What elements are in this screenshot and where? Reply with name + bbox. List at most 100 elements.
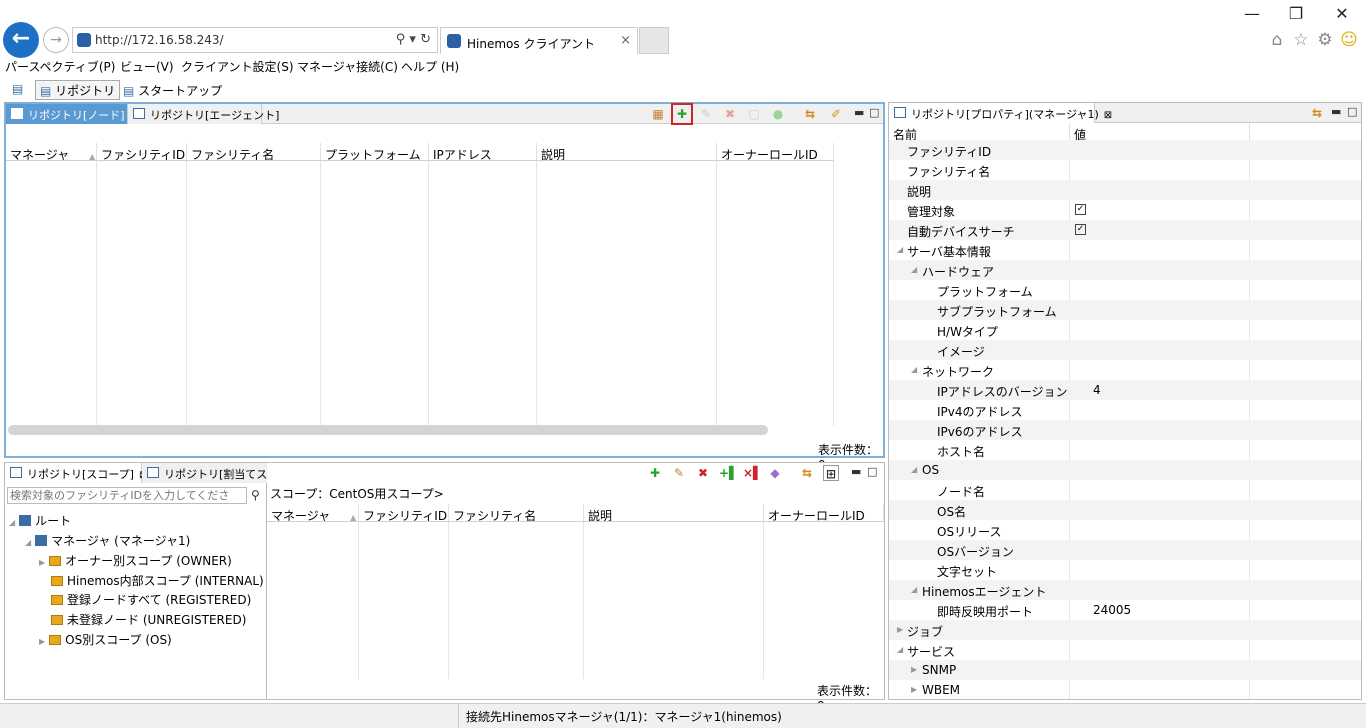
refresh-icon[interactable]: ⇆ (1309, 105, 1325, 121)
tab-close-icon[interactable]: × (620, 33, 631, 48)
maximize-view-icon[interactable]: □ (869, 106, 879, 119)
horizontal-scrollbar[interactable] (8, 425, 768, 435)
tree-node-root[interactable]: ◢ ルート (9, 512, 71, 529)
prop-row-ipv6-address[interactable]: IPv6のアドレス (889, 420, 1361, 440)
column-ip-address[interactable]: IPアドレス (429, 143, 537, 161)
menu-client-settings[interactable]: クライアント設定(S) (181, 58, 294, 75)
prop-row-os-release[interactable]: OSリリース (889, 520, 1361, 540)
release-node-icon[interactable]: ×▌ (743, 465, 762, 481)
prop-group-job[interactable]: ▶ ジョブ (889, 620, 1361, 640)
maximize-view-icon[interactable]: □ (1347, 105, 1357, 118)
prop-row-os-name[interactable]: OS名 (889, 500, 1361, 520)
refresh-icon[interactable]: ⇆ (802, 106, 818, 122)
copy-icon[interactable]: ▢ (746, 106, 762, 122)
tree-toggle-icon[interactable]: ⊞ (823, 465, 839, 481)
column-name[interactable]: 名前 (889, 123, 1070, 141)
tab-repository-assigned-scope[interactable]: リポジトリ[割当てスコープ] (142, 463, 304, 483)
smiley-feedback-icon[interactable]: ☺ (1338, 30, 1360, 50)
prop-row-platform[interactable]: プラットフォーム (889, 280, 1361, 300)
prop-row-hostname[interactable]: ホスト名 (889, 440, 1361, 460)
scope-property-icon[interactable]: ◆ (767, 465, 783, 481)
collapse-icon[interactable]: ▶ (39, 558, 45, 567)
minimize-window-icon[interactable]: — (1238, 4, 1266, 23)
column-owner-role-id[interactable]: オーナーロールID (717, 143, 834, 161)
delete-icon[interactable]: ✖ (722, 106, 738, 122)
edit-icon[interactable]: ✎ (671, 465, 687, 481)
tree-node-unregistered[interactable]: 未登録ノード (UNREGISTERED) (51, 611, 246, 628)
prop-row-image[interactable]: イメージ (889, 340, 1361, 360)
column-facility-id[interactable]: ファシリティID (97, 143, 187, 161)
column-manager[interactable]: マネージャ ▲ (6, 143, 97, 161)
perspective-startup[interactable]: ▤ スタートアップ (118, 80, 227, 100)
favorites-star-icon[interactable]: ☆ (1290, 30, 1312, 50)
prop-row-ipv4-address[interactable]: IPv4のアドレス (889, 400, 1361, 420)
prop-group-network[interactable]: ◢ ネットワーク (889, 360, 1361, 380)
column-facility-id[interactable]: ファシリティID (359, 504, 449, 522)
menu-view[interactable]: ビュー(V) (120, 58, 174, 75)
prop-group-hinemos-agent[interactable]: ◢ Hinemosエージェント (889, 580, 1361, 600)
column-owner-role-id[interactable]: オーナーロールID (764, 504, 884, 522)
prop-row-node-name[interactable]: ノード名 (889, 480, 1361, 500)
tree-node-registered[interactable]: 登録ノードすべて (REGISTERED) (51, 591, 251, 608)
prop-row-os-version[interactable]: OSバージョン (889, 540, 1361, 560)
restore-window-icon[interactable]: ❐ (1282, 4, 1310, 23)
minimize-view-icon[interactable]: ▬ (854, 106, 864, 119)
tab-repository-scope[interactable]: リポジトリ[スコープ]⊠ (5, 463, 147, 483)
back-button[interactable]: ← (3, 22, 39, 58)
tab-repository-property[interactable]: リポジトリ[プロパティ](マネージャ1) ⊠ (889, 103, 1112, 123)
add-icon[interactable]: ✚ (647, 465, 663, 481)
column-facility-name[interactable]: ファシリティ名 (187, 143, 321, 161)
prop-group-os[interactable]: ◢ OS (889, 460, 1361, 480)
import-icon[interactable]: ▦ (650, 106, 666, 122)
prop-group-server-basic[interactable]: ◢ サーバ基本情報 (889, 240, 1361, 260)
minimize-view-icon[interactable]: ▬ (1331, 105, 1341, 118)
prop-group-snmp[interactable]: ▶ SNMP (889, 660, 1361, 680)
menu-help[interactable]: ヘルプ (H) (401, 58, 459, 75)
prop-row-ip-version[interactable]: IPアドレスのバージョン 4 (889, 380, 1361, 400)
prop-group-wbem[interactable]: ▶ WBEM (889, 680, 1361, 699)
collapse-icon[interactable]: ▶ (911, 685, 917, 694)
facility-search-input[interactable] (7, 487, 247, 504)
expand-icon[interactable]: ◢ (9, 518, 15, 527)
column-platform[interactable]: プラットフォーム (321, 143, 429, 161)
column-value[interactable]: 値 (1070, 123, 1250, 141)
expand-icon[interactable]: ◢ (911, 365, 917, 374)
tab-repository-node[interactable]: リポジトリ[ノード]⊠ (6, 104, 138, 124)
assign-node-icon[interactable]: +▌ (719, 465, 738, 481)
prop-row-sub-platform[interactable]: サブプラットフォーム (889, 300, 1361, 320)
column-manager[interactable]: マネージャ ▲ (267, 504, 359, 522)
expand-icon[interactable]: ◢ (897, 245, 903, 254)
close-window-icon[interactable]: ✕ (1328, 4, 1356, 23)
prop-row-hw-type[interactable]: H/Wタイプ (889, 320, 1361, 340)
tree-node-internal[interactable]: Hinemos内部スコープ (INTERNAL) (51, 572, 264, 589)
maximize-view-icon[interactable]: □ (867, 465, 877, 478)
expand-icon[interactable]: ◢ (911, 465, 917, 474)
prop-row-auto-device-search[interactable]: 自動デバイスサーチ ✓ (889, 220, 1361, 240)
tab-repository-agent[interactable]: リポジトリ[エージェント] (128, 104, 279, 124)
column-description[interactable]: 説明 (537, 143, 717, 161)
forward-button[interactable]: → (43, 27, 69, 53)
collapse-icon[interactable]: ▶ (897, 625, 903, 634)
prop-row-managed[interactable]: 管理対象 ✓ (889, 200, 1361, 220)
refresh-icon[interactable]: ⇆ (799, 465, 815, 481)
browser-tab[interactable]: Hinemos クライアント × (440, 27, 638, 54)
expand-icon[interactable]: ◢ (897, 645, 903, 654)
address-bar[interactable]: http://172.16.58.243/ ⚲ ▾ ↻ (72, 27, 438, 53)
prop-row-facility-id[interactable]: ファシリティID (889, 140, 1361, 160)
tree-node-owner[interactable]: ▶ オーナー別スコープ (OWNER) (39, 552, 232, 569)
prop-group-service[interactable]: ◢ サービス (889, 640, 1361, 660)
perspective-repository[interactable]: ▤ リポジトリ (35, 80, 121, 100)
expand-icon[interactable]: ◢ (911, 585, 917, 594)
collapse-icon[interactable]: ▶ (911, 665, 917, 674)
delete-icon[interactable]: ✖ (695, 465, 711, 481)
new-tab-button[interactable] (639, 27, 669, 54)
expand-icon[interactable]: ◢ (911, 265, 917, 274)
close-icon[interactable]: ⊠ (1104, 110, 1112, 121)
prop-row-charset[interactable]: 文字セット (889, 560, 1361, 580)
settings-gear-icon[interactable]: ⚙ (1314, 30, 1336, 50)
expand-icon[interactable]: ◢ (25, 538, 31, 547)
auto-device-search-checkbox[interactable]: ✓ (1075, 224, 1086, 235)
prop-row-description[interactable]: 説明 (889, 180, 1361, 200)
managed-checkbox[interactable]: ✓ (1075, 204, 1086, 215)
menu-perspective[interactable]: パースペクティブ(P) (5, 58, 115, 75)
